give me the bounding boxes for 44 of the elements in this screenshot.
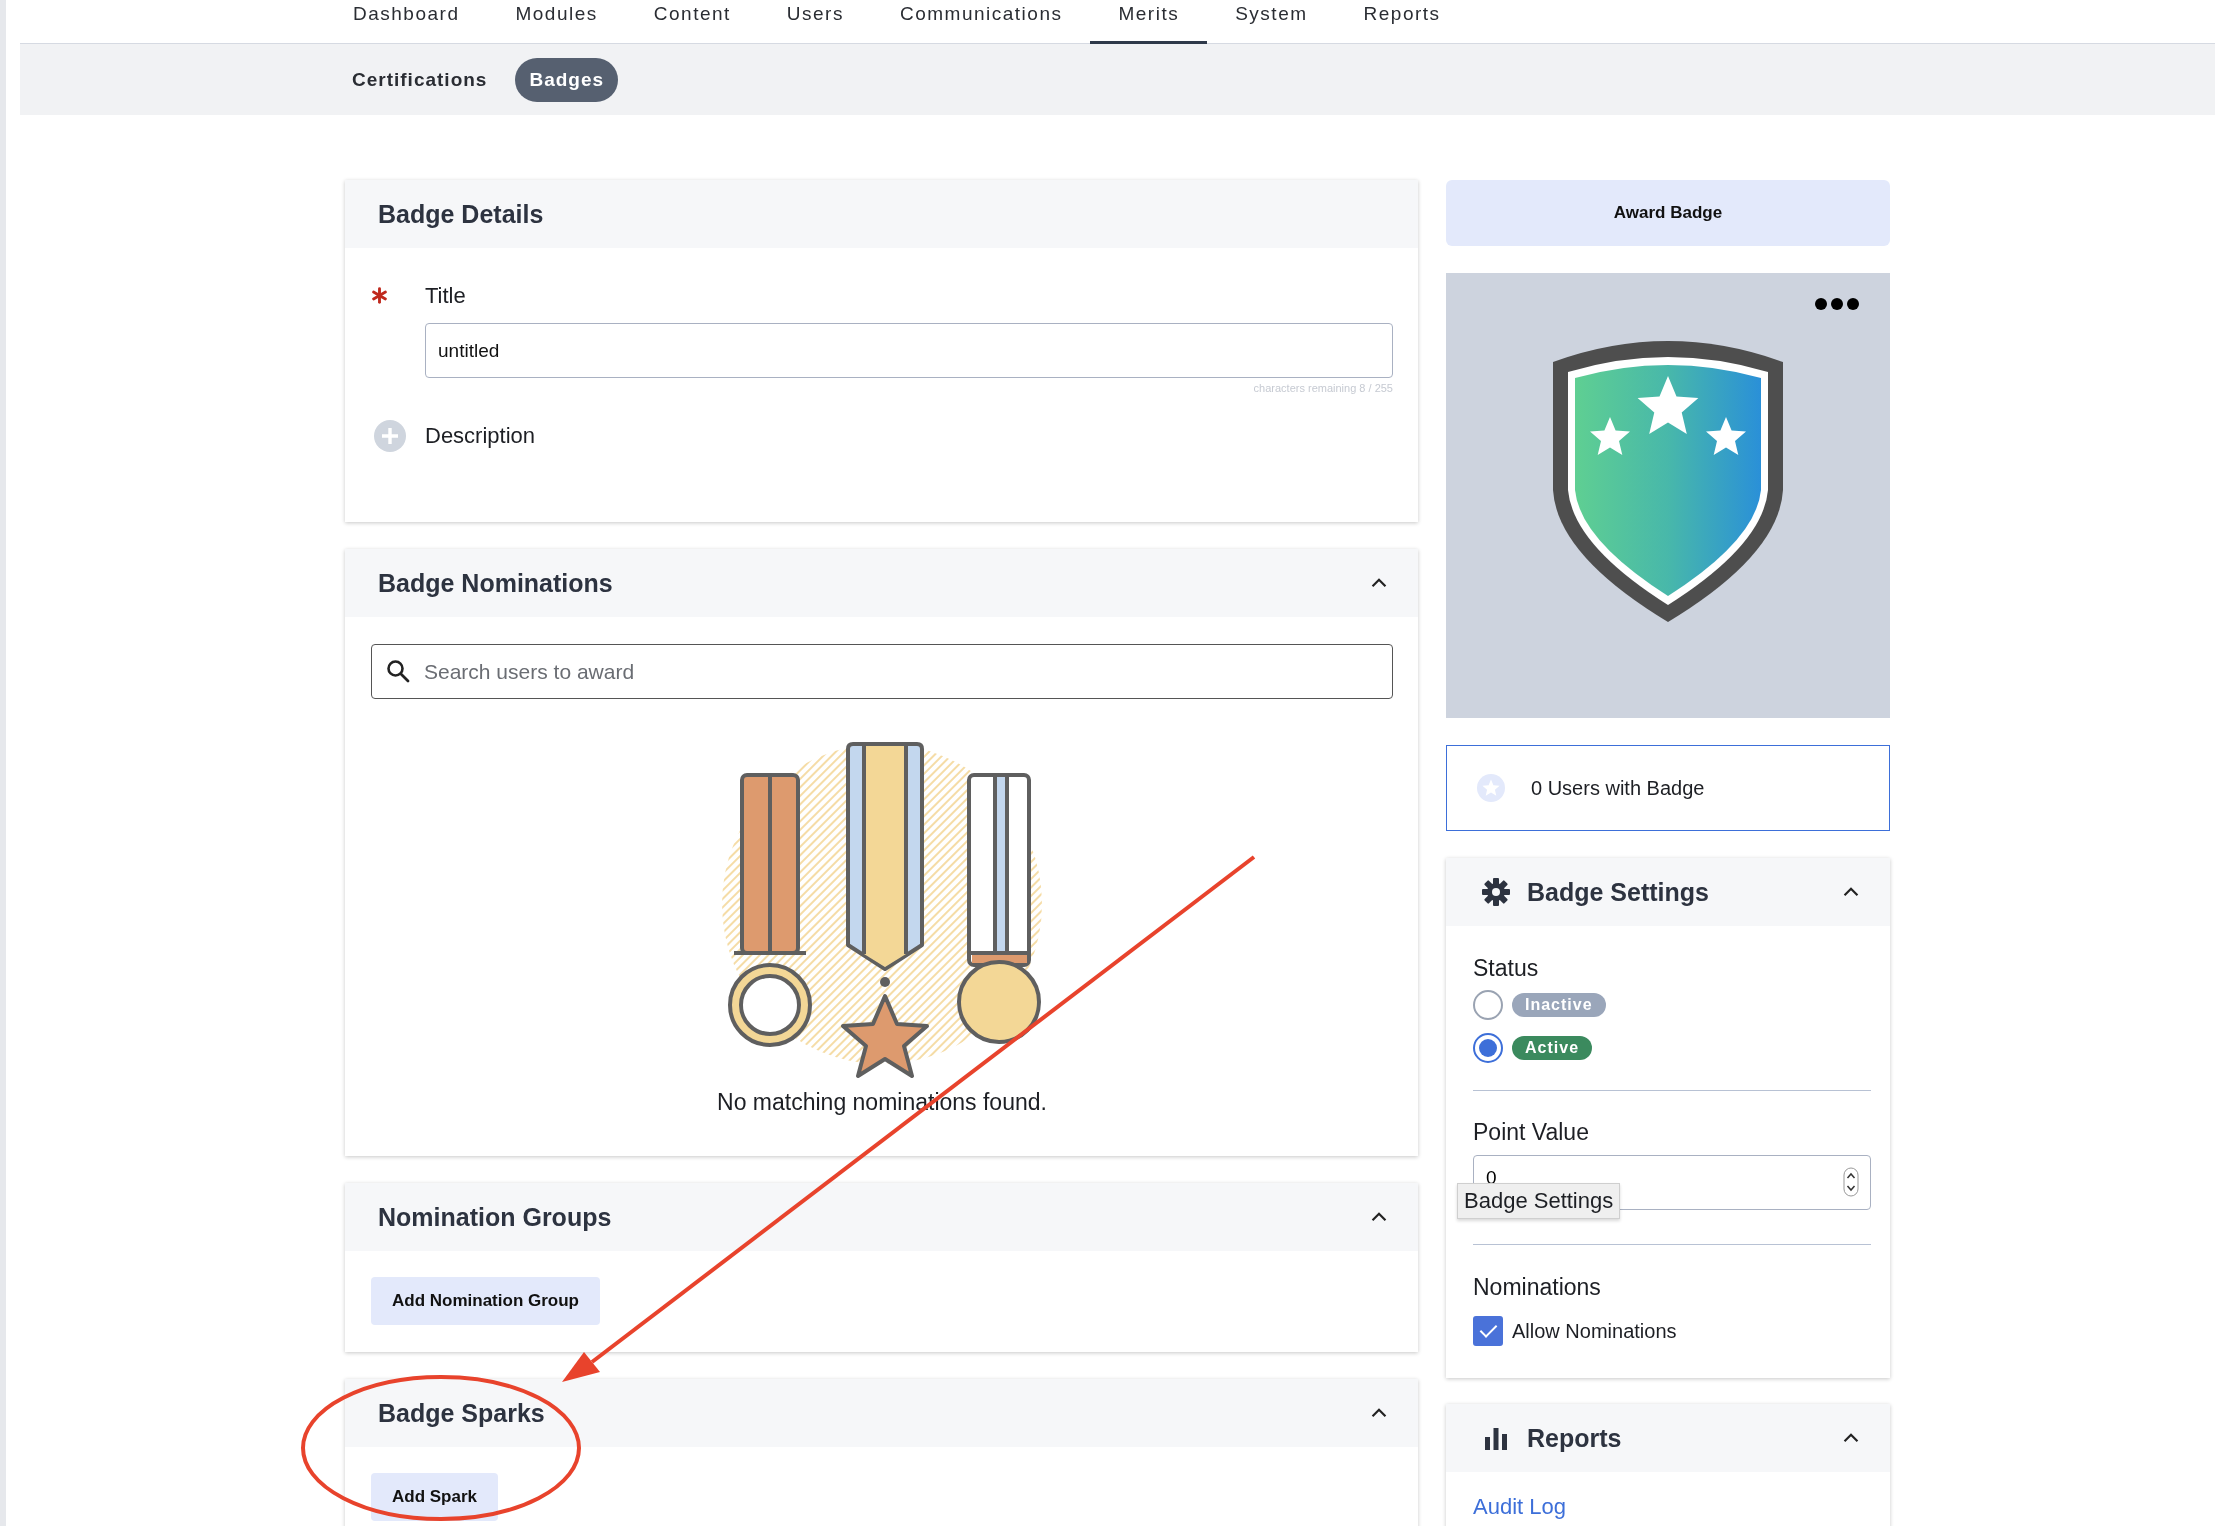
more-options-icon[interactable] [1814,297,1860,311]
field-label: Title [425,282,467,310]
search-field[interactable]: Search users to award [371,644,1393,699]
stepper-icon[interactable] [1843,1167,1859,1197]
collapse-chevron-icon[interactable] [1370,1211,1388,1223]
card-title: Nomination Groups [378,1202,613,1232]
card-title: Badge Nominations [378,568,614,598]
award-badge-button[interactable]: Award Badge [1446,180,1890,246]
allow-nominations-checkbox[interactable] [1473,1316,1503,1346]
nav-tab[interactable]: System [1207,0,1336,44]
search-icon [386,659,410,683]
nav-tab[interactable]: Dashboard [325,0,488,44]
collapse-chevron-icon[interactable] [1370,1407,1388,1419]
users-with-badge-panel[interactable]: 0 Users with Badge [1446,745,1890,831]
nav-tab[interactable]: Modules [487,0,626,44]
add-nomination-group-button[interactable]: Add Nomination Group [371,1277,600,1325]
checkbox-label: Allow Nominations [1512,1319,1677,1343]
nav-tab[interactable]: Reports [1335,0,1469,44]
collapse-chevron-icon[interactable] [1842,886,1860,898]
card-title: Badge Sparks [378,1398,546,1428]
nominations-label: Nominations [1473,1273,1602,1302]
card-title: Reports [1527,1423,1623,1453]
title-input-field[interactable]: untitled [425,323,1393,378]
status-radio[interactable] [1473,1033,1503,1063]
status-label: Status [1473,954,1540,983]
status-radio[interactable] [1473,990,1503,1020]
nav-tab[interactable]: Communications [871,0,1091,44]
status-tag: Inactive [1512,993,1606,1017]
sub-nav-tab[interactable]: Badges [515,57,619,102]
add-spark-button[interactable]: Add Spark [371,1473,499,1521]
users-count-label: 0 Users with Badge [1531,776,1705,800]
description-label[interactable]: Description [425,421,536,451]
point-value-label: Point Value [1473,1118,1590,1147]
card-title: Badge Details [378,199,545,229]
status-tag: Active [1512,1036,1593,1060]
collapse-chevron-icon[interactable] [1842,1432,1860,1444]
tooltip: Badge Settings [1457,1183,1621,1219]
card-title: Badge Settings [1527,877,1710,907]
sub-nav-tab[interactable]: Certifications [338,57,502,102]
settings-icon [1482,878,1510,906]
audit-log-link[interactable]: Audit Log [1473,1494,1566,1519]
nav-tab[interactable]: Users [758,0,872,44]
nav-tab[interactable]: Content [625,0,759,44]
collapse-chevron-icon[interactable] [1370,577,1388,589]
